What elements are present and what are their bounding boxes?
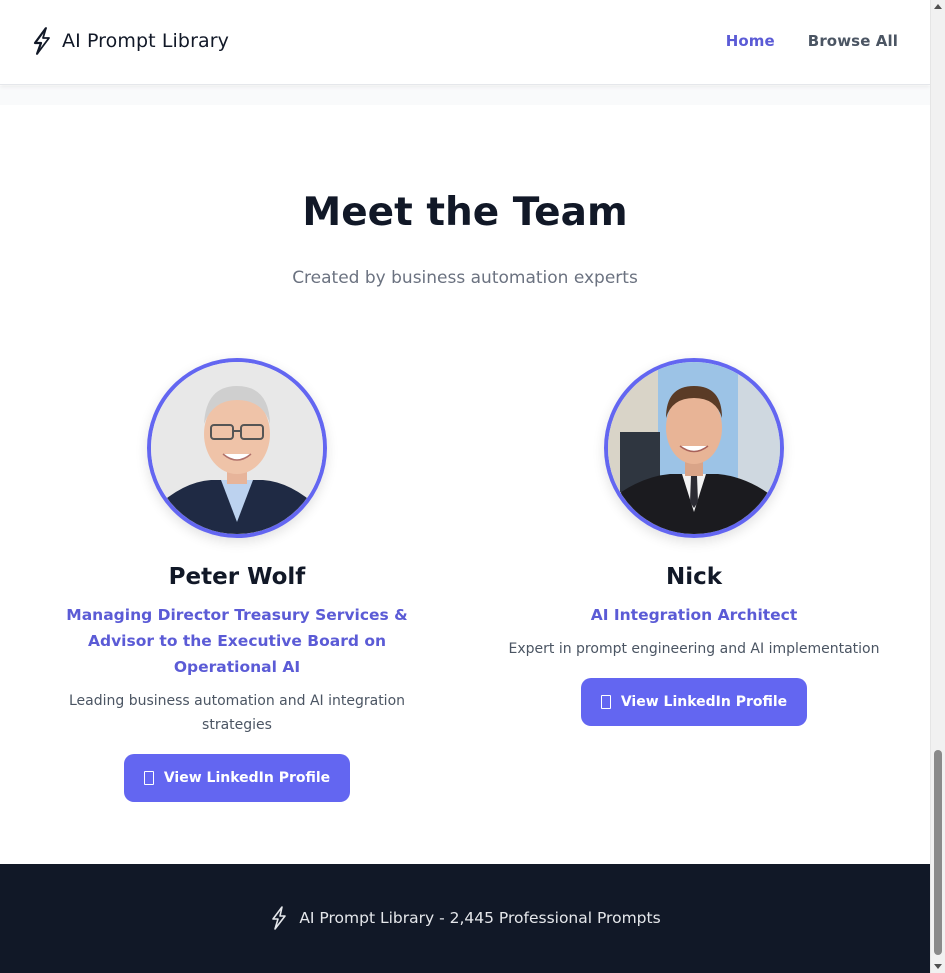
avatar [604, 358, 784, 538]
linkedin-profile-button[interactable]: View LinkedIn Profile [123, 754, 351, 802]
member-name: Nick [665, 564, 723, 590]
footer-text: AI Prompt Library - 2,445 Professional P… [299, 909, 661, 927]
brand-title: AI Prompt Library [62, 30, 229, 52]
member-role: AI Integration Architect [590, 606, 798, 624]
avatar [147, 358, 327, 538]
scroll-down-arrow-icon[interactable] [934, 964, 942, 969]
member-description: Expert in prompt engineering and AI impl… [508, 641, 880, 657]
page: AI Prompt Library Home Browse All Meet t… [0, 0, 930, 973]
page-footer: AI Prompt Library - 2,445 Professional P… [0, 864, 930, 973]
top-navbar: AI Prompt Library Home Browse All [0, 0, 930, 85]
button-label: View LinkedIn Profile [163, 770, 331, 786]
linkedin-profile-button[interactable]: View LinkedIn Profile [580, 678, 808, 726]
section-divider [0, 86, 930, 105]
section-title: Meet the Team [302, 190, 628, 235]
brand-link[interactable]: AI Prompt Library [30, 26, 229, 56]
linkedin-icon [143, 771, 154, 785]
nav-browse-all-link[interactable]: Browse All [808, 32, 898, 50]
lightning-icon [269, 906, 289, 930]
button-label: View LinkedIn Profile [620, 694, 788, 710]
lightning-icon [30, 26, 54, 56]
footer-content: AI Prompt Library - 2,445 Professional P… [0, 906, 930, 930]
scroll-up-arrow-icon[interactable] [934, 4, 942, 9]
linkedin-icon [600, 695, 611, 709]
vertical-scrollbar[interactable] [930, 0, 945, 973]
main-nav: Home Browse All [726, 32, 898, 50]
nav-home-link[interactable]: Home [726, 32, 775, 50]
member-description: Leading business automation and AI integ… [68, 693, 406, 733]
section-subtitle: Created by business automation experts [292, 268, 638, 288]
scrollbar-thumb[interactable] [934, 750, 942, 955]
team-member-card: Peter Wolf Managing Director Treasury Se… [37, 358, 437, 802]
member-role: Managing Director Treasury Services & Ad… [66, 606, 408, 676]
team-member-card: Nick AI Integration Architect Expert in … [494, 358, 894, 726]
member-name: Peter Wolf [168, 564, 306, 590]
